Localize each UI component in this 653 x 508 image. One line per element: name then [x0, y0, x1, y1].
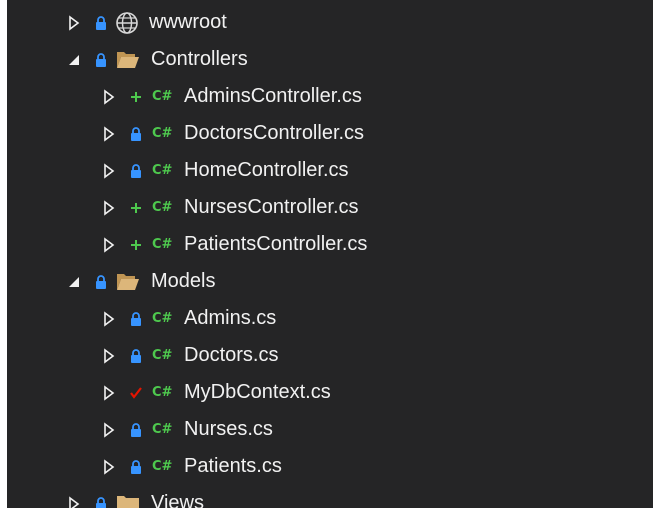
- csharp-file-icon: C#: [152, 89, 173, 104]
- tree-node-label: DoctorsController.cs: [184, 122, 365, 144]
- expand-arrow-icon[interactable]: [102, 162, 116, 179]
- tree-node-views[interactable]: Views: [7, 485, 653, 508]
- expand-arrow-icon[interactable]: [102, 310, 116, 327]
- tree-node-patients[interactable]: C# Patients.cs: [7, 448, 653, 485]
- csharp-file-icon: C#: [152, 422, 173, 437]
- csharp-file-icon: C#: [152, 459, 173, 474]
- tree-node-label: Admins.cs: [184, 307, 277, 329]
- lock-icon: [128, 458, 144, 476]
- tree-node-models[interactable]: Models: [7, 263, 653, 300]
- collapse-arrow-icon[interactable]: [67, 52, 81, 68]
- expand-arrow-icon[interactable]: [102, 125, 116, 142]
- lock-icon: [93, 495, 109, 508]
- lock-icon: [128, 421, 144, 439]
- tree-node-label: NursesController.cs: [184, 196, 359, 218]
- expand-arrow-icon[interactable]: [102, 421, 116, 438]
- tree-node-mydbcontext[interactable]: C# MyDbContext.cs: [7, 374, 653, 411]
- lock-icon: [93, 273, 109, 291]
- collapse-arrow-icon[interactable]: [67, 274, 81, 290]
- csharp-file-icon: C#: [152, 163, 173, 178]
- globe-icon: [115, 11, 139, 35]
- tree-node-label: Controllers: [151, 48, 248, 70]
- lock-icon: [128, 310, 144, 328]
- expand-arrow-icon[interactable]: [102, 236, 116, 253]
- folder-open-icon: [115, 271, 141, 293]
- expand-arrow-icon[interactable]: [102, 384, 116, 401]
- lock-icon: [93, 14, 109, 32]
- tree-node-patientscontroller[interactable]: C# PatientsController.cs: [7, 226, 653, 263]
- modified-check-icon: [128, 384, 144, 402]
- added-plus-icon: [128, 199, 144, 217]
- csharp-file-icon: C#: [152, 237, 173, 252]
- tree-node-label: AdminsController.cs: [184, 85, 362, 107]
- tree-node-wwwroot[interactable]: wwwroot: [7, 4, 653, 41]
- csharp-file-icon: C#: [152, 311, 173, 326]
- tree-node-homecontroller[interactable]: C# HomeController.cs: [7, 152, 653, 189]
- expand-arrow-icon[interactable]: [67, 495, 81, 508]
- tree-node-label: Models: [151, 270, 216, 292]
- added-plus-icon: [128, 88, 144, 106]
- tree-node-label: HomeController.cs: [184, 159, 349, 181]
- expand-arrow-icon[interactable]: [102, 458, 116, 475]
- lock-icon: [128, 125, 144, 143]
- tree-node-nurses[interactable]: C# Nurses.cs: [7, 411, 653, 448]
- expand-arrow-icon[interactable]: [102, 88, 116, 105]
- tree-node-label: MyDbContext.cs: [184, 381, 331, 403]
- tree-node-doctors[interactable]: C# Doctors.cs: [7, 337, 653, 374]
- tree-node-controllers[interactable]: Controllers: [7, 41, 653, 78]
- lock-icon: [93, 51, 109, 69]
- tree-node-label: Doctors.cs: [184, 344, 279, 366]
- added-plus-icon: [128, 236, 144, 254]
- lock-icon: [128, 162, 144, 180]
- tree-node-label: wwwroot: [149, 11, 227, 33]
- tree-node-label: Nurses.cs: [184, 418, 273, 440]
- csharp-file-icon: C#: [152, 126, 173, 141]
- tree-node-label: PatientsController.cs: [184, 233, 368, 255]
- tree-node-label: Patients.cs: [184, 455, 282, 477]
- expand-arrow-icon[interactable]: [67, 14, 81, 31]
- csharp-file-icon: C#: [152, 385, 173, 400]
- csharp-file-icon: C#: [152, 200, 173, 215]
- expand-arrow-icon[interactable]: [102, 347, 116, 364]
- tree-node-admins[interactable]: C# Admins.cs: [7, 300, 653, 337]
- csharp-file-icon: C#: [152, 348, 173, 363]
- tree-node-adminscontroller[interactable]: C# AdminsController.cs: [7, 78, 653, 115]
- solution-explorer-tree: wwwroot Controllers C# AdminsController.…: [7, 0, 653, 508]
- folder-icon: [115, 493, 141, 508]
- tree-node-nursescontroller[interactable]: C# NursesController.cs: [7, 189, 653, 226]
- tree-node-label: Views: [151, 492, 204, 508]
- lock-icon: [128, 347, 144, 365]
- expand-arrow-icon[interactable]: [102, 199, 116, 216]
- folder-open-icon: [115, 49, 141, 71]
- tree-node-doctorscontroller[interactable]: C# DoctorsController.cs: [7, 115, 653, 152]
